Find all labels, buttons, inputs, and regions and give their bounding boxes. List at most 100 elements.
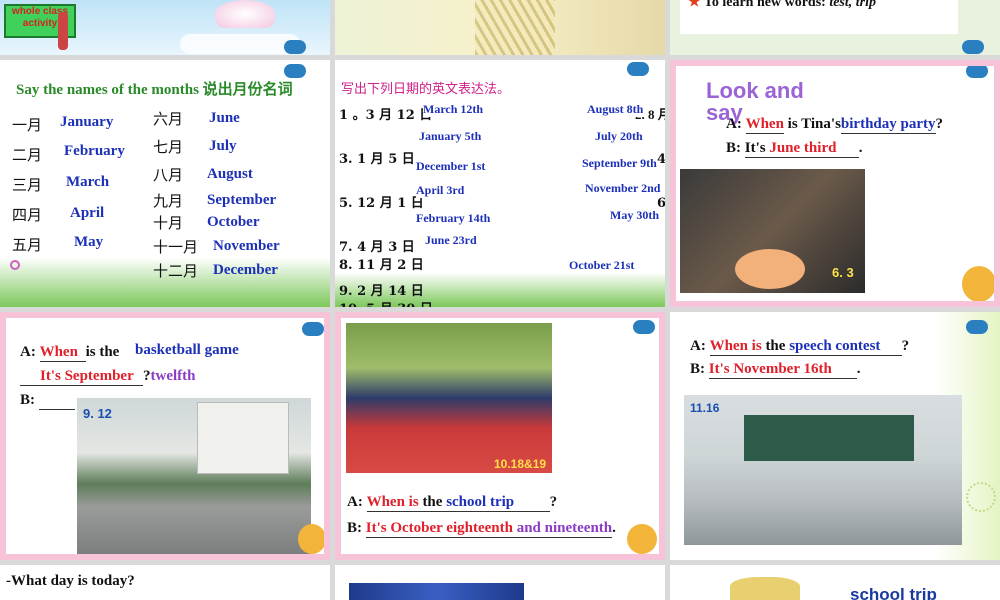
date-cn-item: 8. 11 月 2 日	[339, 258, 424, 273]
bubble-decoration	[10, 260, 20, 270]
student-figure-icon	[58, 12, 68, 50]
date-answer: April 3rd	[416, 183, 465, 198]
month-en: July	[209, 138, 237, 154]
date-answer: May 30th	[610, 208, 659, 223]
date-cn-item: 4. 7 月 20 日	[657, 152, 665, 167]
look-say-question: A: When is Tina'sbirthday party?	[726, 116, 943, 134]
date-answer: September 9th	[582, 156, 657, 171]
slide-what-day[interactable]: -What day is today?	[0, 565, 330, 600]
objective-label: To learn new words:	[703, 0, 826, 10]
date-cn-item: 9. 2 月 14 日	[339, 284, 424, 299]
date-answer: February 14th	[416, 211, 491, 226]
basketball-question: A: When is the	[20, 344, 120, 362]
month-en: June	[209, 110, 240, 126]
slide-bottom-right[interactable]: school trip	[670, 565, 1000, 600]
date-cn-item: 1 。3 月 12 日	[339, 108, 433, 123]
bear-decoration-icon	[627, 524, 657, 554]
month-cn: 一月	[12, 116, 43, 134]
month-cn: 十一月	[153, 238, 199, 256]
cake-shape	[735, 249, 805, 289]
publisher-logo-icon	[966, 320, 988, 334]
month-en: September	[207, 192, 277, 208]
date-answer: November 2nd	[585, 181, 661, 196]
objective-text: ★ To learn new words: test, trip	[688, 0, 876, 11]
date-cn-item: 3. 1 月 5 日	[339, 152, 415, 167]
month-cn: 三月	[12, 176, 43, 194]
date-answer: January 5th	[419, 129, 482, 144]
date-answer: June 23rd	[425, 233, 477, 248]
date-cn-item: 5. 12 月 1 日	[339, 196, 424, 211]
slide-bottom-middle[interactable]	[335, 565, 665, 600]
what-day-question: -What day is today?	[6, 573, 135, 589]
cartoon-decoration-icon	[730, 577, 800, 600]
look-say-answer: B: It's June third.	[726, 140, 863, 158]
birthday-photo: 6. 3	[680, 169, 865, 293]
dandelion-decoration-icon	[966, 482, 996, 512]
basketball-topic: basketball game	[135, 342, 239, 358]
photo-date-label: 10.18&19	[494, 457, 547, 471]
publisher-logo-icon	[284, 40, 306, 54]
cloud-decoration	[180, 34, 300, 54]
month-cn: 九月	[153, 192, 184, 210]
slide-dates-exercise[interactable]: 写出下列日期的英文表达法。 1 。3 月 12 日2. 8 月 8 日3. 1 …	[335, 60, 665, 307]
publisher-logo-icon	[302, 322, 324, 336]
month-cn: 八月	[153, 166, 184, 184]
month-en: March	[66, 174, 110, 190]
month-cn: 六月	[153, 110, 184, 128]
month-en: February	[64, 143, 125, 159]
date-cn-item: 7. 4 月 3 日	[339, 240, 415, 255]
school-trip-heading: school trip	[850, 585, 937, 600]
fairy-decoration-icon	[215, 0, 275, 28]
slide-months[interactable]: Say the names of the months 说出月份名词 一月 Jan…	[0, 60, 330, 307]
dates-heading: 写出下列日期的英文表达法。	[341, 82, 511, 97]
star-icon: ★	[688, 0, 701, 10]
basketball-b-line: B:	[20, 392, 75, 410]
month-en: May	[74, 234, 104, 250]
speech-question: A: When is the speech contest?	[690, 338, 910, 356]
basketball-answer: It's September ?twelfth	[20, 368, 196, 386]
bottom-photo	[349, 583, 524, 600]
month-en: January	[60, 114, 114, 130]
building-shape	[197, 402, 289, 474]
slide-wheat-image[interactable]	[335, 0, 665, 55]
month-cn: 七月	[153, 138, 184, 156]
school-trip-question: A: When is the school trip?	[347, 494, 558, 512]
photo-date-label: 6. 3	[832, 265, 854, 280]
slide-objective[interactable]: ★ To learn new words: test, trip	[670, 0, 1000, 55]
date-answer: October 21st	[569, 258, 635, 273]
month-cn: 二月	[12, 146, 43, 164]
month-en: November	[213, 238, 280, 254]
slide-look-and-say[interactable]: Look and say A: When is Tina'sbirthday p…	[670, 60, 1000, 307]
month-cn: 十二月	[153, 262, 199, 280]
slide-whole-class-activity[interactable]: whole class activity	[0, 0, 330, 55]
slide-school-trip[interactable]: 10.18&19 A: When is the school trip? B: …	[335, 312, 665, 560]
publisher-logo-icon	[284, 64, 306, 78]
date-cn-item: 10. 5 月 30 日	[339, 298, 433, 307]
date-answer: March 12th	[423, 102, 484, 117]
publisher-logo-icon	[966, 66, 988, 78]
date-answer: August 8th	[587, 102, 644, 117]
month-cn: 四月	[12, 206, 43, 224]
speech-contest-photo: 11.16	[684, 395, 962, 545]
bear-decoration-icon	[298, 524, 324, 554]
publisher-logo-icon	[633, 320, 655, 334]
months-heading: Say the names of the months 说出月份名词	[16, 82, 293, 98]
wheat-image	[475, 0, 555, 55]
bear-decoration-icon	[962, 266, 994, 301]
month-en: December	[213, 262, 278, 278]
objective-words: test, trip	[829, 0, 876, 10]
month-cn: 五月	[12, 236, 43, 254]
date-answer: July 20th	[595, 129, 643, 144]
school-trip-answer: B: It's October eighteenth and nineteent…	[347, 520, 616, 538]
publisher-logo-icon	[962, 40, 984, 54]
month-en: August	[207, 166, 253, 182]
slide-speech-contest[interactable]: A: When is the speech contest? B: It's N…	[670, 312, 1000, 560]
photo-date-label: 11.16	[690, 401, 720, 415]
slide-basketball[interactable]: A: When is the basketball game It's Septe…	[0, 312, 330, 560]
blackboard-shape	[744, 415, 914, 461]
photo-date-label: 9. 12	[83, 406, 112, 421]
month-en: October	[207, 214, 260, 230]
basketball-photo: 9. 12	[77, 398, 311, 554]
publisher-logo-icon	[627, 62, 649, 76]
speech-answer: B: It's November 16th.	[690, 361, 861, 379]
